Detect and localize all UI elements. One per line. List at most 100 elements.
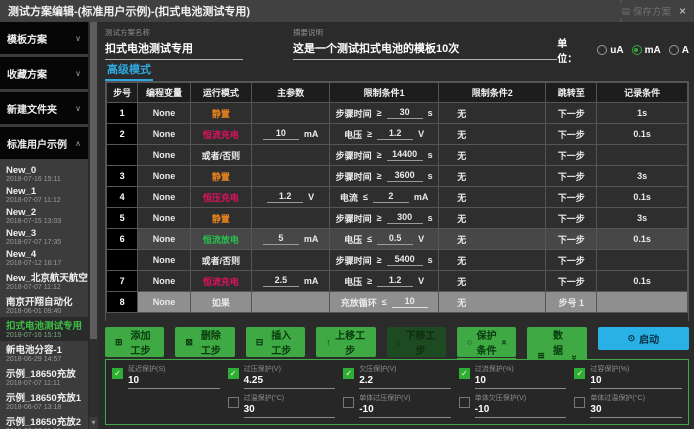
- program-variable-cell[interactable]: None: [138, 229, 190, 250]
- unit-radio-uA[interactable]: uA: [597, 45, 623, 56]
- table-row[interactable]: 6None恒流放电5mA电压≤0.5V无下一步0.1s: [107, 229, 688, 250]
- sidebar-group-4[interactable]: 标准用户示例∧: [0, 127, 88, 159]
- limit-condition1-cell[interactable]: 步骤时间≥300s: [330, 208, 439, 229]
- run-mode-cell[interactable]: 静置: [190, 103, 252, 124]
- jump-to-cell[interactable]: 下一步: [546, 271, 597, 292]
- main-param-value-input[interactable]: 2.5: [263, 275, 299, 287]
- limit-condition1-cell[interactable]: 充放循环≤10: [330, 292, 439, 313]
- table-row[interactable]: 8None如果充放循环≤10无步号 1: [107, 292, 688, 313]
- limit-condition1-cell[interactable]: 电压≥1.2V: [330, 271, 439, 292]
- limit1-value-input[interactable]: 2: [373, 191, 409, 203]
- program-variable-cell[interactable]: None: [138, 103, 190, 124]
- add-step-button[interactable]: ⊞添加工步: [105, 327, 164, 357]
- scrollbar-down-arrow-icon[interactable]: ▾: [89, 417, 98, 429]
- record-condition-cell[interactable]: 1s: [597, 103, 688, 124]
- program-variable-cell[interactable]: None: [138, 124, 190, 145]
- run-mode-cell[interactable]: 恒压充电: [190, 187, 252, 208]
- limit-condition2-cell[interactable]: 无: [439, 250, 546, 271]
- record-condition-cell[interactable]: 3s: [597, 208, 688, 229]
- program-variable-cell[interactable]: None: [138, 208, 190, 229]
- run-mode-cell[interactable]: 恒流放电: [190, 229, 252, 250]
- limit1-value-input[interactable]: 1.2: [377, 275, 413, 287]
- plan-desc-input[interactable]: 这是一个测试扣式电池的模板10次: [293, 40, 557, 60]
- main-param-cell[interactable]: 5mA: [252, 229, 330, 250]
- tab-advanced-mode[interactable]: 高级模式: [105, 61, 153, 81]
- protection-value-input[interactable]: 4.25: [244, 374, 336, 389]
- limit-condition2-cell[interactable]: 无: [439, 208, 546, 229]
- main-param-cell[interactable]: [252, 145, 330, 166]
- jump-to-cell[interactable]: 步号 1: [546, 292, 597, 313]
- protection-value-input[interactable]: 10: [475, 374, 567, 389]
- unit-radio-A[interactable]: A: [669, 45, 689, 56]
- run-mode-cell[interactable]: 静置: [190, 166, 252, 187]
- plan-name-field[interactable]: 测试方案名称 扣式电池测试专用: [105, 27, 243, 60]
- main-param-cell[interactable]: 1.2V: [252, 187, 330, 208]
- jump-to-cell[interactable]: 下一步: [546, 250, 597, 271]
- main-param-cell[interactable]: 10mA: [252, 124, 330, 145]
- delete-step-button[interactable]: ⊠删除工步: [175, 327, 234, 357]
- record-condition-cell[interactable]: 0.1s: [597, 229, 688, 250]
- sidebar-group-2[interactable]: 收藏方案∨: [0, 57, 88, 89]
- limit1-value-input[interactable]: 0.5: [377, 233, 413, 245]
- table-row[interactable]: 5None静置步骤时间≥300s无下一步3s: [107, 208, 688, 229]
- limit1-value-input[interactable]: 10: [392, 296, 428, 308]
- table-row[interactable]: 7None恒流充电2.5mA电压≥1.2V无下一步0.1s: [107, 271, 688, 292]
- jump-to-cell[interactable]: 下一步: [546, 166, 597, 187]
- limit-condition1-cell[interactable]: 电压≥1.2V: [330, 124, 439, 145]
- limit-condition2-cell[interactable]: 无: [439, 187, 546, 208]
- plan-desc-field[interactable]: 摘要说明 这是一个测试扣式电池的模板10次: [293, 27, 557, 60]
- protection-checkbox[interactable]: ✓: [459, 368, 470, 379]
- jump-to-cell[interactable]: 下一步: [546, 208, 597, 229]
- table-row[interactable]: 3None静置步骤时间≥3600s无下一步3s: [107, 166, 688, 187]
- protection-value-input[interactable]: -10: [475, 403, 567, 418]
- table-row[interactable]: 1None静置步骤时间≥30s无下一步1s: [107, 103, 688, 124]
- program-variable-cell[interactable]: None: [138, 166, 190, 187]
- limit1-value-input[interactable]: 5400: [387, 254, 423, 266]
- main-param-cell[interactable]: 2.5mA: [252, 271, 330, 292]
- table-row[interactable]: 4None恒压充电1.2V电流≤2mA无下一步0.1s: [107, 187, 688, 208]
- sidebar-plan-item[interactable]: New_12018-07-07 11:12: [0, 185, 88, 206]
- program-variable-cell[interactable]: None: [138, 250, 190, 271]
- protection-value-input[interactable]: 30: [590, 403, 682, 418]
- start-button[interactable]: ⊙启动: [598, 327, 689, 350]
- run-mode-cell[interactable]: 恒流充电: [190, 271, 252, 292]
- main-param-value-input[interactable]: 10: [263, 128, 299, 140]
- sidebar-plan-item[interactable]: New_32018-07-07 17:35: [0, 227, 88, 248]
- limit1-value-input[interactable]: 14400: [387, 149, 423, 161]
- sidebar-plan-item[interactable]: 扣式电池测试专用2018-07-16 15:15: [0, 317, 88, 341]
- limit-condition1-cell[interactable]: 步骤时间≥5400s: [330, 250, 439, 271]
- jump-to-cell[interactable]: 下一步: [546, 187, 597, 208]
- jump-to-cell[interactable]: 下一步: [546, 103, 597, 124]
- record-condition-cell[interactable]: [597, 292, 688, 313]
- limit-condition1-cell[interactable]: 步骤时间≥3600s: [330, 166, 439, 187]
- protection-value-input[interactable]: 10: [128, 374, 220, 389]
- protection-checkbox[interactable]: [343, 397, 354, 408]
- sidebar-plan-item[interactable]: 示例_18650充放12018-06-07 13:18: [0, 389, 88, 413]
- protection-checkbox[interactable]: [574, 397, 585, 408]
- sidebar-group-1[interactable]: 模板方案∨: [0, 22, 88, 54]
- run-mode-cell[interactable]: 或者/否则: [190, 145, 252, 166]
- record-condition-cell[interactable]: 0.1s: [597, 124, 688, 145]
- run-mode-cell[interactable]: 或者/否则: [190, 250, 252, 271]
- main-param-cell[interactable]: [252, 250, 330, 271]
- program-variable-cell[interactable]: None: [138, 187, 190, 208]
- limit-condition2-cell[interactable]: 无: [439, 145, 546, 166]
- protection-checkbox[interactable]: ✓: [343, 368, 354, 379]
- protect-conditions-button[interactable]: ○保护条件»: [457, 327, 516, 357]
- run-mode-cell[interactable]: 静置: [190, 208, 252, 229]
- limit-condition1-cell[interactable]: 步骤时间≥14400s: [330, 145, 439, 166]
- sidebar-plan-item[interactable]: 南京开翔自动化2018-06-01 09:40: [0, 293, 88, 317]
- table-row[interactable]: None或者/否则 步骤时间≥5400s无下一步: [107, 250, 688, 271]
- limit-condition2-cell[interactable]: 无: [439, 271, 546, 292]
- limit-condition1-cell[interactable]: 电压≤0.5V: [330, 229, 439, 250]
- jump-to-cell[interactable]: 下一步: [546, 145, 597, 166]
- limit-condition2-cell[interactable]: 无: [439, 124, 546, 145]
- main-param-value-input[interactable]: 5: [263, 233, 299, 245]
- limit-condition1-cell[interactable]: 步骤时间≥30s: [330, 103, 439, 124]
- unit-radio-mA[interactable]: mA: [632, 45, 661, 56]
- plan-name-input[interactable]: 扣式电池测试专用: [105, 40, 243, 60]
- protection-value-input[interactable]: 10: [590, 374, 682, 389]
- limit1-value-input[interactable]: 1.2: [377, 128, 413, 140]
- sidebar-plan-item[interactable]: New_02018-07-16 15:11: [0, 164, 88, 185]
- jump-to-cell[interactable]: 下一步: [546, 229, 597, 250]
